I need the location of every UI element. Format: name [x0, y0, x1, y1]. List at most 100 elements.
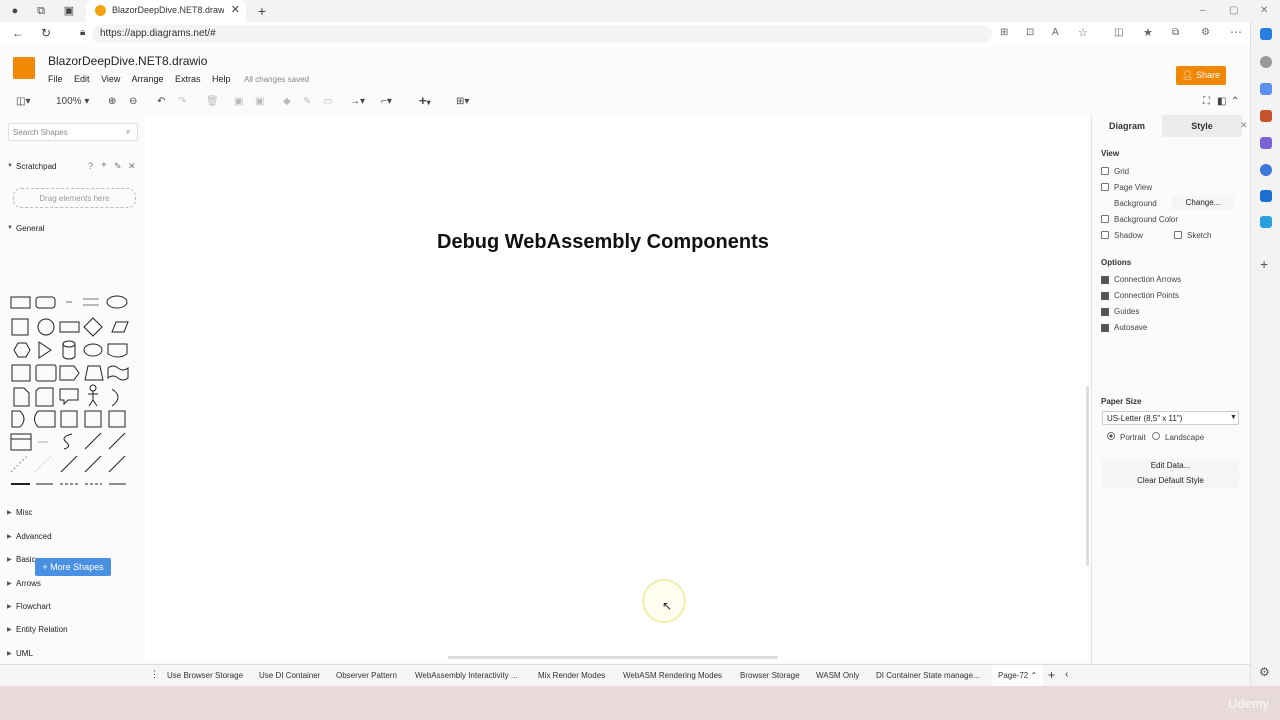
more-menu-icon[interactable]: ⋯: [1230, 25, 1242, 39]
page-tab[interactable]: WebAssembly Interactivity ...: [415, 671, 518, 680]
general-header[interactable]: General: [16, 224, 44, 233]
scratchpad-header[interactable]: Scratchpad: [16, 162, 56, 171]
delete-icon[interactable]: 🗑︎: [206, 96, 219, 107]
page-tab[interactable]: WebASM Rendering Modes: [623, 671, 722, 680]
menu-file[interactable]: File: [48, 74, 63, 84]
edit-data-button[interactable]: Edit Data...: [1102, 459, 1239, 473]
connection-icon[interactable]: →▾: [350, 96, 365, 107]
zoom-in-icon[interactable]: ⊕: [108, 96, 116, 107]
close-window-button[interactable]: ✕: [1260, 5, 1268, 16]
guides-checkbox[interactable]: [1101, 308, 1109, 316]
section-uml[interactable]: UML: [16, 649, 33, 658]
close-tab-icon[interactable]: ✕: [231, 3, 240, 16]
share-button[interactable]: 👤︎ Share: [1176, 66, 1226, 85]
zoom-select[interactable]: 100% ▾: [56, 96, 89, 107]
insert-icon[interactable]: +▾: [419, 93, 431, 108]
horizontal-scrollbar[interactable]: [448, 656, 778, 659]
connection-points-checkbox[interactable]: [1101, 292, 1109, 300]
send-icon[interactable]: [1260, 216, 1272, 228]
split-screen-icon[interactable]: ◫: [1114, 27, 1123, 38]
tab-actions-icon[interactable]: ▣: [62, 4, 76, 18]
sketch-checkbox[interactable]: [1174, 231, 1182, 239]
grid-checkbox[interactable]: [1101, 167, 1109, 175]
page-tab[interactable]: Use Browser Storage: [167, 671, 243, 680]
menu-arrange[interactable]: Arrange: [131, 74, 163, 84]
favorite-star-icon[interactable]: ☆: [1078, 26, 1088, 39]
search-shapes-input[interactable]: Search Shapes ⌕: [8, 123, 138, 141]
page-tab[interactable]: Browser Storage: [740, 671, 800, 680]
section-arrows[interactable]: Arrows: [16, 579, 41, 588]
tab-diagram[interactable]: Diagram: [1092, 115, 1162, 137]
table-icon[interactable]: ⊞▾: [456, 96, 469, 107]
general-shapes-grid[interactable]: [8, 244, 136, 434]
format-panel-icon[interactable]: ◫▾: [16, 96, 30, 107]
scratchpad-dropzone[interactable]: Drag elements here: [13, 188, 136, 208]
clear-default-style-button[interactable]: Clear Default Style: [1102, 474, 1239, 488]
back-icon[interactable]: ←: [12, 26, 24, 40]
add-icon[interactable]: +: [101, 160, 107, 171]
toggle-panel-icon[interactable]: ◧: [1217, 96, 1226, 107]
favorites-icon[interactable]: ★: [1143, 26, 1153, 39]
menu-edit[interactable]: Edit: [74, 74, 90, 84]
tab-search-icon[interactable]: ⊡: [1026, 27, 1034, 38]
office-icon[interactable]: [1260, 164, 1272, 176]
help-icon[interactable]: ?: [88, 161, 93, 171]
section-flowchart[interactable]: Flowchart: [16, 602, 51, 611]
games-icon[interactable]: [1260, 137, 1272, 149]
waypoints-icon[interactable]: ⌐▾: [381, 96, 392, 107]
settings-gear-icon[interactable]: ⚙: [1259, 665, 1270, 679]
paper-size-select[interactable]: US-Letter (8,5" x 11") ▼: [1102, 411, 1239, 425]
search-icon[interactable]: [1260, 56, 1272, 68]
page-tab[interactable]: WASM Only: [816, 671, 859, 680]
profile-icon[interactable]: ●: [8, 4, 22, 18]
connection-arrows-checkbox[interactable]: [1101, 276, 1109, 284]
more-shapes-button[interactable]: + More Shapes: [35, 558, 111, 576]
general-connectors-grid[interactable]: [8, 432, 136, 508]
section-basic[interactable]: Basic: [16, 555, 36, 564]
collapse-icon[interactable]: ⌃: [1231, 96, 1239, 107]
add-sidebar-icon[interactable]: +: [1260, 256, 1268, 272]
read-aloud-icon[interactable]: A: [1052, 27, 1059, 38]
change-background-button[interactable]: Change...: [1172, 196, 1234, 210]
scroll-left-icon[interactable]: ‹: [1065, 669, 1068, 680]
page-tab[interactable]: DI Container State manage...: [876, 671, 980, 680]
to-back-icon[interactable]: ▣: [255, 96, 264, 107]
pages-menu-icon[interactable]: ⋮: [150, 669, 159, 680]
background-color-checkbox[interactable]: [1101, 215, 1109, 223]
outlook-icon[interactable]: [1260, 190, 1272, 202]
edit-icon[interactable]: ✎: [114, 161, 122, 172]
file-title[interactable]: BlazorDeepDive.NET8.drawio: [48, 54, 207, 68]
fullscreen-icon[interactable]: ⛶: [1203, 96, 1210, 107]
copilot-icon[interactable]: [1260, 28, 1272, 40]
app-available-icon[interactable]: ⊞: [1000, 27, 1008, 38]
lock-icon[interactable]: 🔒︎: [80, 27, 85, 38]
redo-icon[interactable]: ↷: [178, 96, 186, 107]
menu-extras[interactable]: Extras: [175, 74, 201, 84]
tools-icon[interactable]: [1260, 110, 1272, 122]
shadow-icon[interactable]: ▭: [323, 96, 332, 107]
extensions-icon[interactable]: ⚙: [1201, 27, 1210, 38]
page-tab[interactable]: Use DI Container: [259, 671, 320, 680]
portrait-radio[interactable]: [1107, 432, 1115, 440]
landscape-radio[interactable]: [1152, 432, 1160, 440]
refresh-icon[interactable]: ↻: [41, 26, 51, 40]
diagram-canvas[interactable]: Debug WebAssembly Components ↖: [145, 115, 1090, 662]
shadow-checkbox[interactable]: [1101, 231, 1109, 239]
page-tab-active[interactable]: Page-72 ⌃: [992, 665, 1044, 686]
zoom-out-icon[interactable]: ⊖: [129, 96, 137, 107]
page-tab[interactable]: Mix Render Modes: [538, 671, 605, 680]
autosave-checkbox[interactable]: [1101, 324, 1109, 332]
tab-style[interactable]: Style: [1162, 115, 1242, 137]
undo-icon[interactable]: ↶: [157, 96, 165, 107]
menu-help[interactable]: Help: [212, 74, 231, 84]
section-advanced[interactable]: Advanced: [16, 532, 52, 541]
close-icon[interactable]: ✕: [128, 161, 136, 172]
section-entity-relation[interactable]: Entity Relation: [16, 625, 68, 634]
menu-view[interactable]: View: [101, 74, 120, 84]
section-misc[interactable]: Misc: [16, 508, 32, 517]
maximize-button[interactable]: ▢: [1229, 5, 1238, 16]
collections-icon[interactable]: ⧉: [1172, 27, 1179, 38]
to-front-icon[interactable]: ▣: [234, 96, 243, 107]
workspaces-icon[interactable]: ⧉: [34, 4, 48, 18]
fill-color-icon[interactable]: ◆: [283, 96, 291, 107]
